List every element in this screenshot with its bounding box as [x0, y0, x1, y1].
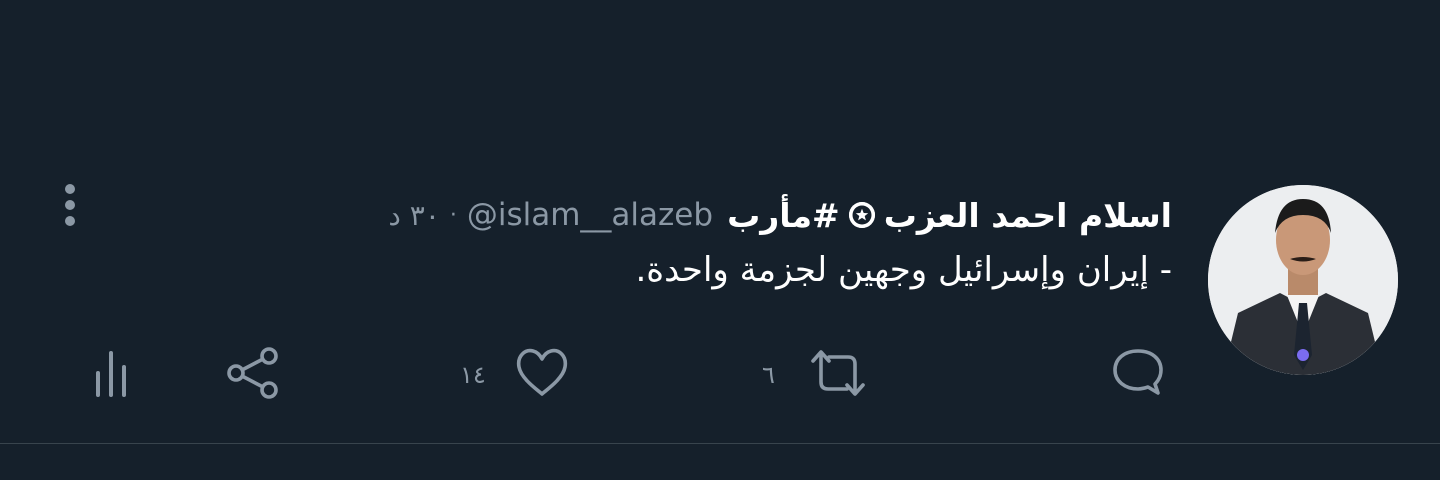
bar-chart-icon	[92, 343, 132, 407]
like-count: ١٤	[460, 361, 486, 389]
meta-separator: ·	[449, 202, 457, 228]
tweet-header: اسلام احمد العزب #مأرب @islam__alazeb · …	[388, 190, 1172, 240]
hashtag-link[interactable]: #مأرب	[727, 196, 840, 235]
display-name[interactable]: اسلام احمد العزب	[884, 196, 1172, 235]
tweet-divider	[0, 443, 1440, 444]
avatar-portrait	[1208, 185, 1398, 375]
user-handle[interactable]: @islam__alazeb	[467, 197, 713, 233]
like-button[interactable]: ١٤	[460, 345, 572, 405]
tweet-timestamp[interactable]: ٣٠ د	[388, 199, 439, 232]
tweet-text: - إيران وإسرائيل وجهين لجزمة واحدة.	[635, 250, 1172, 290]
retweet-count: ٦	[762, 361, 775, 389]
tweet-card[interactable]: اسلام احمد العزب #مأرب @islam__alazeb · …	[0, 0, 1440, 444]
avatar[interactable]	[1208, 185, 1398, 375]
share-button[interactable]	[222, 345, 286, 405]
retweet-button[interactable]: ٦	[762, 345, 873, 405]
analytics-button[interactable]	[92, 345, 132, 405]
share-nodes-icon	[222, 343, 286, 407]
vertical-ellipsis-icon[interactable]	[58, 182, 82, 232]
speech-bubble-icon	[1108, 343, 1168, 407]
timeline-screen: اسلام احمد العزب #مأرب @islam__alazeb · …	[0, 0, 1440, 480]
reply-button[interactable]	[1108, 345, 1168, 405]
heart-outline-icon	[512, 343, 572, 407]
star-badge-icon	[848, 202, 875, 228]
retweet-arrows-icon	[803, 343, 873, 407]
